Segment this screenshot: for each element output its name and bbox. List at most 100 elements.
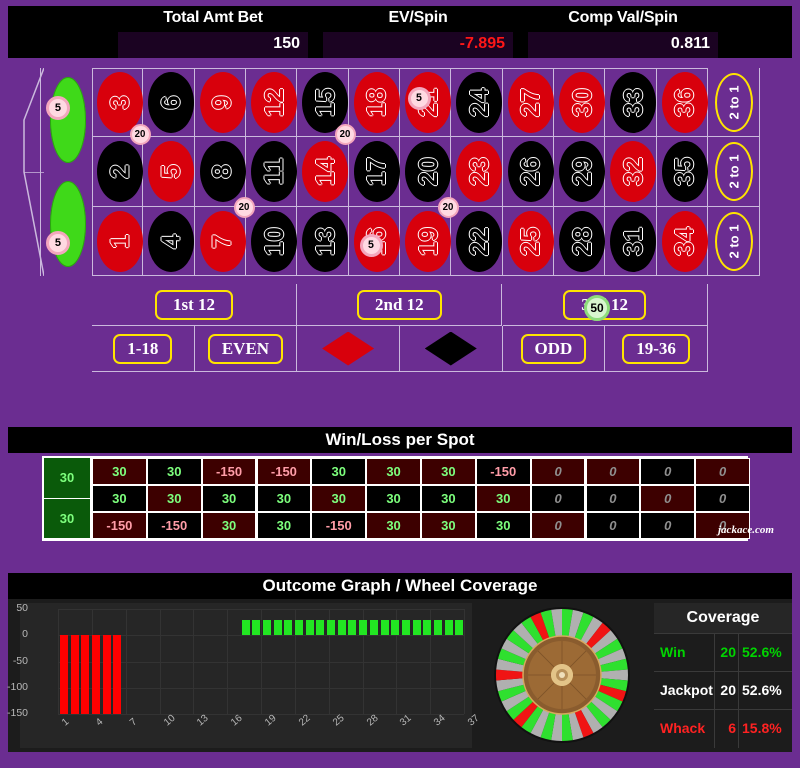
bet-spot-24[interactable]: 24 bbox=[451, 68, 503, 138]
chip-3rd12[interactable]: 50 bbox=[584, 295, 610, 321]
win-loss-value: 0 bbox=[609, 491, 617, 506]
win-loss-value: 30 bbox=[221, 518, 237, 533]
bet-spot-10[interactable]: 10 bbox=[246, 206, 298, 276]
chart-bar bbox=[455, 619, 464, 636]
number-label: 34 bbox=[669, 226, 700, 256]
coverage-separator bbox=[654, 671, 792, 672]
bet-spot-18[interactable]: 18 bbox=[348, 68, 400, 138]
bet-spot-column-3[interactable]: 2 to 1 bbox=[708, 206, 760, 276]
number-oval: 27 bbox=[507, 72, 554, 133]
zero-hex-edge bbox=[22, 171, 45, 277]
bet-spot-9[interactable]: 9 bbox=[194, 68, 246, 138]
bet-spot-30[interactable]: 30 bbox=[554, 68, 606, 138]
bet-spot-14[interactable]: 14 bbox=[297, 137, 349, 207]
chart-bar bbox=[433, 619, 442, 636]
bet-spot-11[interactable]: 11 bbox=[246, 137, 298, 207]
bet-spot-00[interactable] bbox=[23, 171, 92, 277]
bet-spot-red-diamond[interactable] bbox=[297, 326, 400, 372]
chart-x-tick-label: 19 bbox=[263, 712, 279, 729]
chip-zero-0[interactable]: 5 bbox=[46, 96, 70, 120]
bet-spot-32[interactable]: 32 bbox=[605, 137, 657, 207]
chip-corner-b[interactable]: 20 bbox=[233, 196, 255, 218]
bet-spot-19-36[interactable]: 19-36 bbox=[605, 326, 708, 372]
watermark: jackace.com bbox=[718, 524, 774, 536]
bet-spot-black-diamond[interactable] bbox=[399, 326, 503, 372]
number-oval: 22 bbox=[456, 210, 503, 272]
number-label: 27 bbox=[515, 88, 546, 117]
column-bet-label: 2 to 1 bbox=[726, 224, 742, 259]
bet-spot-4[interactable]: 4 bbox=[143, 206, 195, 276]
bet-spot-dozen-1[interactable]: 1st 12 bbox=[92, 284, 297, 326]
win-loss-cell: 30 bbox=[311, 485, 367, 512]
number-oval: 8 bbox=[199, 141, 246, 203]
chip-corner-d[interactable]: 20 bbox=[437, 196, 459, 218]
number-oval: 17 bbox=[353, 141, 400, 203]
bet-spot-28[interactable]: 28 bbox=[554, 206, 606, 276]
win-loss-cell: 0 bbox=[695, 458, 750, 485]
number-oval: 34 bbox=[661, 210, 708, 272]
bet-spot-7[interactable]: 7 bbox=[194, 206, 246, 276]
chart-y-tick-label: -150 bbox=[6, 707, 28, 719]
chip-corner-a[interactable]: 20 bbox=[129, 123, 151, 145]
bet-spot-13[interactable]: 13 bbox=[297, 206, 349, 276]
bet-spot-25[interactable]: 25 bbox=[502, 206, 554, 276]
chart-gridline-vertical bbox=[464, 609, 465, 714]
bet-spot-33[interactable]: 33 bbox=[605, 68, 657, 138]
win-loss-cell: 0 bbox=[585, 458, 641, 485]
win-loss-cell: 0 bbox=[640, 458, 696, 485]
outside-bets: 1-18 EVEN ODD 19-36 bbox=[92, 326, 708, 372]
bet-spot-1-18[interactable]: 1-18 bbox=[92, 326, 195, 372]
bet-spot-odd[interactable]: ODD bbox=[502, 326, 606, 372]
bet-spot-23[interactable]: 23 bbox=[451, 137, 503, 207]
bet-spot-column-2[interactable]: 2 to 1 bbox=[708, 137, 760, 207]
bet-spot-31[interactable]: 31 bbox=[605, 206, 657, 276]
number-label: 18 bbox=[361, 88, 392, 117]
win-loss-value: 0 bbox=[554, 518, 562, 533]
bet-spot-1[interactable]: 1 bbox=[92, 206, 144, 276]
number-oval: 32 bbox=[610, 141, 657, 203]
bet-spot-26[interactable]: 26 bbox=[502, 137, 554, 207]
column-bet-label: 2 to 1 bbox=[726, 154, 742, 189]
win-loss-value: 0 bbox=[664, 464, 672, 479]
bet-spot-5[interactable]: 5 bbox=[143, 137, 195, 207]
bet-spot-8[interactable]: 8 bbox=[194, 137, 246, 207]
bet-spot-20[interactable]: 20 bbox=[400, 137, 452, 207]
bet-spot-0[interactable] bbox=[23, 67, 92, 172]
win-loss-zero-cell: 30 bbox=[44, 498, 90, 538]
win-loss-cell: 30 bbox=[201, 485, 257, 512]
coverage-count: 6 bbox=[728, 720, 736, 736]
coverage-row-jackpot: Jackpot 20 52.6% bbox=[654, 671, 792, 709]
win-loss-cell: 0 bbox=[530, 512, 586, 539]
bet-spot-12[interactable]: 12 bbox=[246, 68, 298, 138]
bet-spot-2[interactable]: 2 bbox=[92, 137, 144, 207]
number-oval: 29 bbox=[559, 141, 605, 203]
chart-x-tick-label: 4 bbox=[93, 716, 106, 729]
zero-pocket-oval bbox=[50, 77, 86, 163]
bet-spot-6[interactable]: 6 bbox=[143, 68, 195, 138]
number-oval: 14 bbox=[302, 141, 349, 203]
bet-spot-column-1[interactable]: 2 to 1 bbox=[708, 68, 760, 138]
bet-spot-dozen-2[interactable]: 2nd 12 bbox=[297, 284, 503, 326]
chart-bar bbox=[327, 619, 336, 636]
chart-x-tick-label: 16 bbox=[229, 712, 245, 729]
red-diamond-icon bbox=[322, 331, 375, 366]
outside-bet-label: ODD bbox=[520, 333, 587, 364]
bet-spot-29[interactable]: 29 bbox=[554, 137, 606, 207]
chip-corner-c[interactable]: 20 bbox=[334, 123, 356, 145]
roulette-simulator-app: Total Amt Bet 150 EV/Spin -7.895 Comp Va… bbox=[0, 0, 800, 768]
bet-spot-35[interactable]: 35 bbox=[656, 137, 708, 207]
win-loss-value: 30 bbox=[167, 464, 182, 479]
bet-spot-27[interactable]: 27 bbox=[502, 68, 554, 138]
bet-spot-17[interactable]: 17 bbox=[348, 137, 400, 207]
number-label: 24 bbox=[463, 88, 494, 117]
win-loss-cell: 30 bbox=[146, 485, 202, 512]
bet-spot-36[interactable]: 36 bbox=[656, 68, 708, 138]
chip-zero-00[interactable]: 5 bbox=[46, 231, 70, 255]
number-oval: 2 bbox=[97, 141, 143, 203]
bet-spot-even[interactable]: EVEN bbox=[194, 326, 298, 372]
number-oval: 19 bbox=[405, 210, 451, 272]
chip-16[interactable]: 5 bbox=[359, 233, 383, 257]
chip-21[interactable]: 5 bbox=[407, 86, 431, 110]
bet-spot-34[interactable]: 34 bbox=[656, 206, 708, 276]
bet-spot-22[interactable]: 22 bbox=[451, 206, 503, 276]
